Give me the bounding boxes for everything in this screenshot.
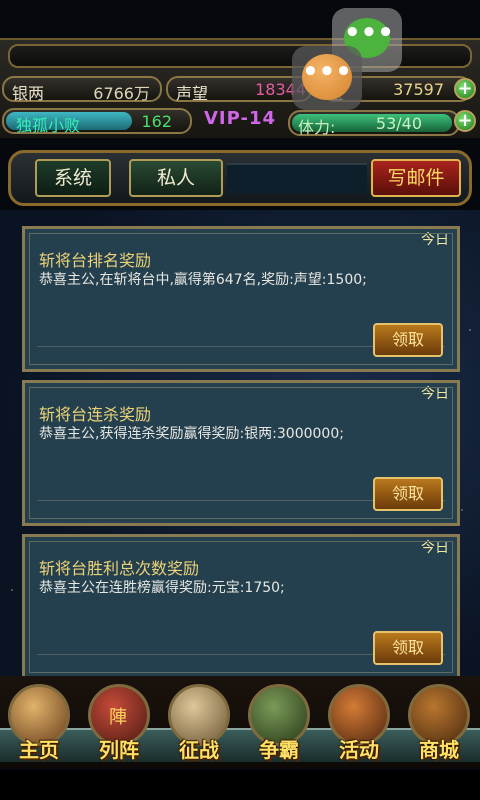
- mail-date: 今日: [421, 386, 449, 402]
- gold-value: 37597: [393, 80, 444, 99]
- mail-title: 斩将台连杀奖励: [39, 405, 152, 424]
- write-mail-button[interactable]: 写邮件: [371, 159, 461, 197]
- mail-item: 今日 斩将台连杀奖励 恭喜主公,获得连杀奖励赢得奖励:银两:3000000; 领…: [22, 380, 460, 526]
- mail-date: 今日: [421, 232, 449, 248]
- nav-home-label: 主页: [19, 738, 59, 762]
- nav-formation-label: 列阵: [99, 738, 139, 762]
- mail-title: 斩将台排名奖励: [39, 251, 152, 270]
- nav-campaign[interactable]: 征战: [160, 676, 238, 766]
- mail-body: 恭喜主公,在斩将台中,赢得第647名,奖励:声望:1500;: [39, 272, 367, 288]
- bottom-nav: 主页 陣 列阵 征战 争霸 活动 商城: [0, 676, 480, 768]
- player-name-stat[interactable]: 独孤小败 162: [2, 108, 192, 135]
- silver-stat: 银两 6766万: [2, 76, 162, 103]
- nav-shop[interactable]: 商城: [400, 676, 478, 766]
- chat-more-button[interactable]: •••: [292, 46, 362, 110]
- mail-item: 今日 斩将台排名奖励 恭喜主公,在斩将台中,赢得第647名,奖励:声望:1500…: [22, 226, 460, 372]
- silver-value: 6766万: [93, 84, 150, 103]
- nav-contend[interactable]: 争霸: [240, 676, 318, 766]
- claim-button[interactable]: 领取: [373, 323, 443, 357]
- nav-contend-label: 争霸: [259, 738, 299, 762]
- nav-activity[interactable]: 活动: [320, 676, 398, 766]
- tab-private[interactable]: 私人: [129, 159, 223, 197]
- vip-level[interactable]: VIP-14: [204, 108, 276, 129]
- nav-activity-label: 活动: [339, 738, 379, 762]
- add-gold-button[interactable]: +: [454, 78, 476, 100]
- tab-track: [227, 163, 367, 193]
- mail-list: 今日 斩将台排名奖励 恭喜主公,在斩将台中,赢得第647名,奖励:声望:1500…: [0, 210, 480, 690]
- mail-tab-bar: 系统 私人 写邮件: [8, 150, 472, 206]
- mail-body: 恭喜主公,获得连杀奖励赢得奖励:银两:3000000;: [39, 426, 344, 442]
- top-decor-strip: [8, 44, 472, 68]
- nav-home[interactable]: 主页: [0, 676, 78, 766]
- player-level: 162: [141, 112, 172, 131]
- top-status-bar: 银两 6766万 声望 18344 宝 37597 独孤小败 162 VIP-1…: [0, 38, 480, 138]
- silver-label: 银两: [12, 84, 45, 103]
- fame-label: 声望: [176, 84, 209, 103]
- stamina-label: 体力:: [298, 118, 336, 137]
- mail-body: 恭喜主公在连胜榜赢得奖励:元宝:1750;: [39, 580, 285, 596]
- more-icon: •••: [302, 54, 352, 100]
- claim-button[interactable]: 领取: [373, 477, 443, 511]
- nav-shop-label: 商城: [419, 738, 459, 762]
- add-stamina-button[interactable]: +: [454, 110, 476, 132]
- mail-item: 今日 斩将台胜利总次数奖励 恭喜主公在连胜榜赢得奖励:元宝:1750; 领取: [22, 534, 460, 680]
- fame-stat: 声望 18344: [166, 76, 312, 103]
- claim-button[interactable]: 领取: [373, 631, 443, 665]
- tab-system[interactable]: 系统: [35, 159, 111, 197]
- player-name: 独孤小败: [16, 116, 81, 135]
- screen-footer: [0, 770, 480, 800]
- stamina-value: 53/40: [375, 114, 422, 133]
- banner-icon-text: 陣: [109, 707, 127, 728]
- nav-campaign-label: 征战: [179, 738, 219, 762]
- stamina-stat: 体力: 53/40: [288, 110, 460, 137]
- nav-formation[interactable]: 陣 列阵: [80, 676, 158, 766]
- mail-date: 今日: [421, 540, 449, 556]
- mail-title: 斩将台胜利总次数奖励: [39, 559, 200, 578]
